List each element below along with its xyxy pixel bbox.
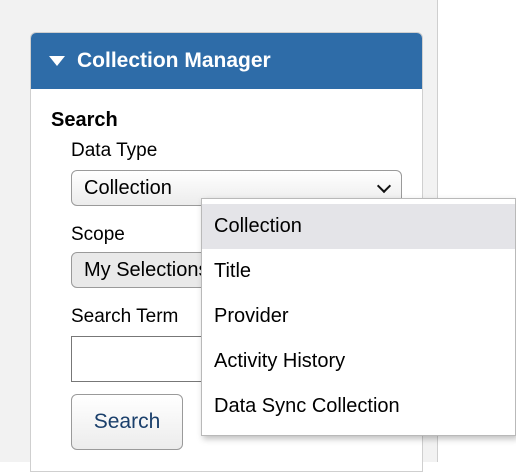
search-section-title: Search [51,109,118,131]
dropdown-option-data-sync-collection[interactable]: Data Sync Collection [202,384,515,429]
search-term-label: Search Term [71,306,179,327]
chevron-down-icon [376,178,392,194]
dropdown-option-provider[interactable]: Provider [202,294,515,339]
search-button[interactable]: Search [71,394,183,450]
dropdown-option-activity-history[interactable]: Activity History [202,339,515,384]
data-type-dropdown-list: Collection Title Provider Activity Histo… [201,198,516,436]
scope-selected-value: My Selections [84,259,209,281]
scope-label: Scope [71,224,125,245]
data-type-label: Data Type [71,140,158,161]
collection-manager-title: Collection Manager [77,49,271,72]
dropdown-option-title[interactable]: Title [202,249,515,294]
caret-down-icon [49,56,65,66]
collection-manager-header[interactable]: Collection Manager [31,33,422,89]
dropdown-option-collection[interactable]: Collection [202,204,515,249]
data-type-selected-value: Collection [84,177,172,199]
